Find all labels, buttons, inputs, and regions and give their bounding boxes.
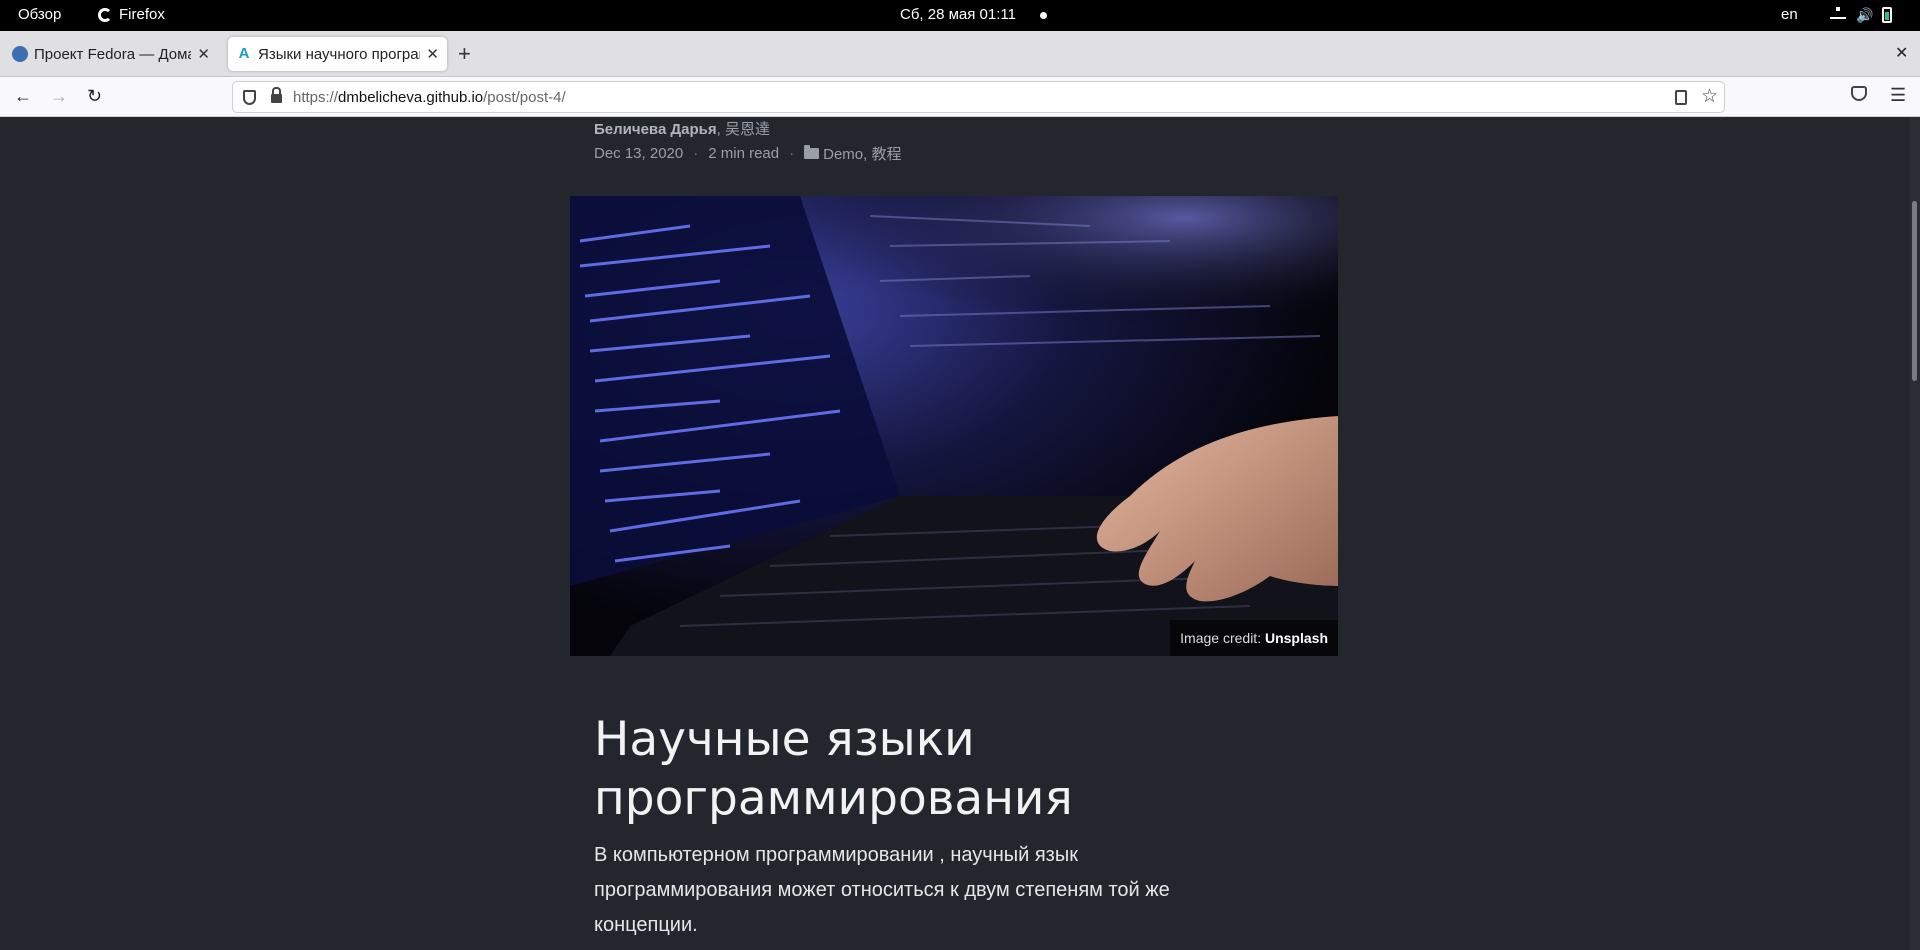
url-text[interactable]: https://dmbelicheva.github.io/post/post-… <box>293 89 566 106</box>
author-link[interactable]: Беличева Дарья <box>594 121 717 138</box>
url-path: /post/post-4/ <box>483 89 566 106</box>
tab-title: Проект Fedora — Домашняя <box>34 45 191 63</box>
url-host: dmbelicheva.github.io <box>338 89 484 106</box>
article-meta: Dec 13, 2020 · 2 min read · Demo, 教程 <box>594 143 901 164</box>
clock[interactable]: Сб, 28 мая 01:11 <box>900 6 1016 23</box>
back-arrow-icon[interactable]: ← <box>14 86 32 106</box>
page-content: Беличева Дарья, 吴恩達 Dec 13, 2020 · 2 min… <box>0 117 1920 950</box>
system-top-bar: Обзор Firefox Сб, 28 мая 01:11 en 🔊 <box>0 0 1920 31</box>
credit-source-link[interactable]: Unsplash <box>1265 630 1328 646</box>
featured-image: Image credit: Unsplash <box>570 196 1338 656</box>
battery-icon[interactable] <box>1882 7 1892 23</box>
reload-icon[interactable]: ↻ <box>87 86 102 106</box>
article-title: Научные языки программирования <box>594 712 1073 826</box>
forward-arrow-icon[interactable]: → <box>50 86 68 106</box>
laptop-photo <box>570 196 1338 656</box>
tab-fedora[interactable]: Проект Fedora — Домашняя ✕ <box>4 37 218 71</box>
close-icon[interactable]: ✕ <box>197 45 210 63</box>
fedora-favicon <box>12 46 28 62</box>
app-menu[interactable]: Firefox <box>98 6 165 23</box>
lock-icon[interactable] <box>271 87 282 103</box>
url-prefix: https:// <box>293 89 339 106</box>
volume-icon[interactable]: 🔊 <box>1856 7 1873 23</box>
pocket-icon[interactable] <box>1851 86 1867 101</box>
firefox-icon <box>98 7 112 22</box>
tab-active-article[interactable]: A Языки научного программирования ✕ <box>228 37 447 71</box>
meta-separator: · <box>789 145 795 162</box>
categories[interactable]: Demo, 教程 <box>804 143 901 164</box>
close-window-icon[interactable]: ✕ <box>1895 43 1908 63</box>
categories-text[interactable]: Demo, 教程 <box>823 146 901 163</box>
bookmark-star-icon[interactable]: ☆ <box>1701 85 1718 108</box>
notification-dot <box>1040 12 1047 19</box>
keyboard-layout-indicator[interactable]: en <box>1781 6 1798 23</box>
scrollbar-thumb[interactable] <box>1912 201 1917 381</box>
academic-favicon: A <box>238 45 250 62</box>
read-time: 2 min read <box>708 145 780 162</box>
hamburger-menu-icon[interactable]: ☰ <box>1890 85 1906 106</box>
navigation-toolbar: ← → ↻ https://dmbelicheva.github.io/post… <box>0 77 1920 117</box>
tab-strip: Проект Fedora — Домашняя ✕ A Языки научн… <box>0 31 1920 77</box>
meta-separator: · <box>693 145 699 162</box>
network-icon[interactable] <box>1830 7 1846 23</box>
system-tray[interactable]: 🔊 <box>1830 7 1892 23</box>
address-bar[interactable]: https://dmbelicheva.github.io/post/post-… <box>232 81 1725 113</box>
image-credit: Image credit: Unsplash <box>1170 620 1338 656</box>
app-name: Firefox <box>119 6 165 23</box>
close-icon[interactable]: ✕ <box>426 45 439 63</box>
tab-title: Языки научного программирования <box>258 45 420 63</box>
article-lead: В компьютерном программировании , научны… <box>594 844 1170 936</box>
credit-label: Image credit: <box>1180 630 1265 646</box>
shield-icon[interactable] <box>243 90 256 105</box>
article-authors: Беличева Дарья, 吴恩達 <box>594 118 770 139</box>
activities-button[interactable]: Обзор <box>18 6 61 23</box>
article-date: Dec 13, 2020 <box>594 145 684 162</box>
reader-view-icon[interactable] <box>1675 90 1687 105</box>
folder-icon <box>804 145 820 159</box>
new-tab-icon[interactable]: + <box>458 41 471 67</box>
author-secondary[interactable]: , 吴恩達 <box>717 121 770 138</box>
